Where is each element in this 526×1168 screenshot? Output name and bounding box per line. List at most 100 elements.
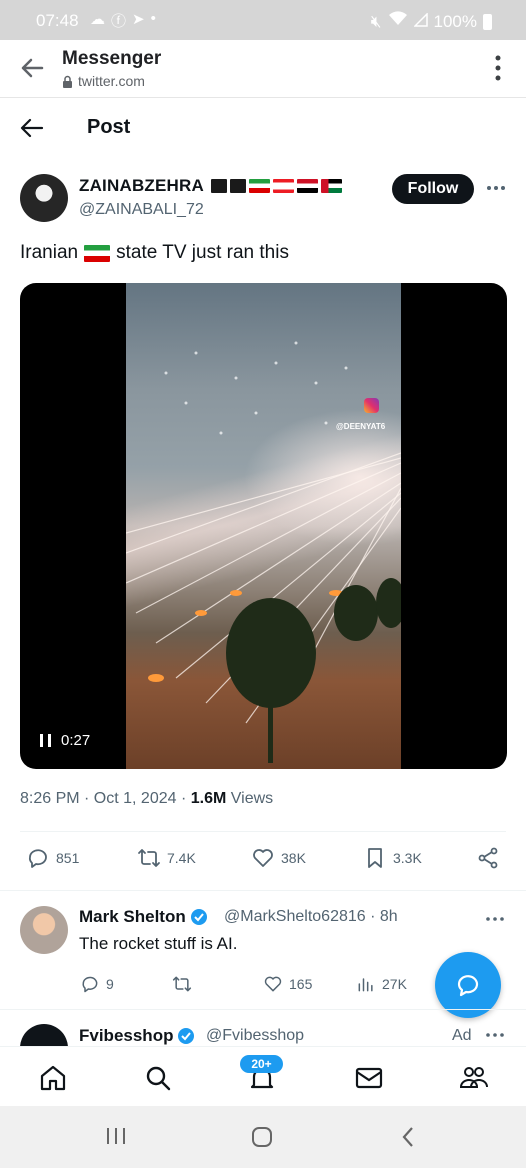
repost-count: 7.4K [167, 850, 196, 866]
avatar[interactable] [20, 906, 68, 954]
system-back-icon[interactable] [400, 1126, 416, 1148]
reply-author-handle[interactable]: @MarkShelto62816 · 8h [224, 908, 398, 926]
pause-icon[interactable] [40, 734, 51, 747]
back-arrow-icon[interactable] [20, 117, 44, 139]
cloud-icon: ☁ [90, 11, 105, 28]
heart-icon [264, 976, 282, 992]
video-player[interactable]: @DEENYAT6 0:27 [20, 283, 507, 769]
ad-author-name[interactable]: Fvibesshop [79, 1026, 173, 1046]
author-handle[interactable]: @ZAINABALI_72 [79, 201, 204, 219]
browser-back-arrow-icon[interactable] [18, 54, 46, 82]
recent-apps-icon[interactable] [104, 1126, 128, 1146]
status-bar: 07:48 ☁ ⓕ ➤ • 🔇︎ 100% [0, 0, 526, 40]
share-icon [478, 847, 498, 869]
tweet-author: ZAINABZEHRA @ZAINABALI_72 Follow [20, 172, 510, 228]
status-right-icons: 🔇︎ 100% [371, 11, 492, 32]
ad-logo[interactable] [20, 1024, 68, 1046]
battery-icon [483, 13, 492, 30]
like-action[interactable]: 165 [263, 974, 312, 994]
black-flag-icon [229, 179, 246, 193]
video-watermark: @DEENYAT6 [336, 422, 386, 431]
more-options-icon[interactable] [486, 178, 506, 198]
lock-icon [63, 75, 72, 88]
author-name[interactable]: ZAINABZEHRA [79, 176, 204, 196]
ad-author-row[interactable]: Fvibesshop [79, 1026, 195, 1046]
flag-emojis [210, 179, 342, 193]
lebanon-flag-icon [272, 179, 294, 193]
dot-icon: • [150, 10, 156, 27]
video-duration: 0:27 [61, 732, 91, 749]
search-icon[interactable] [143, 1063, 173, 1093]
page-title: Post [87, 116, 131, 138]
android-nav-bar [0, 1106, 526, 1168]
reply-text: The rocket stuff is AI. [79, 934, 238, 953]
status-time: 07:48 [36, 11, 79, 30]
signal-icon [412, 11, 428, 32]
reply-count: 851 [56, 850, 80, 866]
browser-url: twitter.com [62, 73, 145, 89]
verified-badge-icon [178, 1028, 195, 1044]
views-action[interactable]: 27K [356, 974, 407, 994]
repost-action[interactable] [172, 974, 192, 994]
ad-author-handle[interactable]: @Fvibesshop [206, 1027, 304, 1045]
facebook-icon: ⓕ [111, 13, 127, 30]
verified-badge-icon [190, 909, 207, 925]
repost-icon [172, 976, 192, 992]
like-action[interactable]: 38K [251, 846, 306, 870]
instagram-icon [364, 398, 379, 413]
reply-action[interactable]: 9 [80, 974, 114, 994]
repost-action[interactable]: 7.4K [137, 846, 196, 870]
iran-flag-icon [248, 179, 270, 193]
divider [0, 1009, 526, 1010]
reply-action[interactable]: 851 [26, 846, 79, 870]
yemen-flag-icon [296, 179, 318, 193]
iran-flag-icon [84, 244, 111, 262]
divider [20, 831, 506, 832]
repost-icon [138, 849, 160, 867]
communities-icon[interactable] [459, 1063, 489, 1093]
tweet-meta: 8:26 PM · Oct 1, 2024 · 1.6M Views [20, 790, 273, 808]
video-controls[interactable]: 0:27 [40, 732, 90, 749]
home-button-icon[interactable] [251, 1126, 273, 1148]
author-name-row[interactable]: ZAINABZEHRA [79, 176, 342, 196]
bookmark-action[interactable]: 3.3K [363, 846, 422, 870]
post-header: Post [0, 100, 526, 156]
notifications-badge[interactable]: 20+ [240, 1055, 283, 1073]
messages-envelope-icon[interactable] [354, 1063, 384, 1093]
views-count: 27K [382, 976, 407, 992]
share-action[interactable] [476, 846, 500, 870]
status-left-icons: ☁ ⓕ ➤ • [90, 10, 156, 31]
tweet-text-part-2: state TV just ran this [116, 242, 289, 263]
like-count: 38K [281, 850, 306, 866]
url-text: twitter.com [78, 73, 145, 89]
reply-author-name[interactable]: Mark Shelton [79, 907, 186, 927]
bottom-nav: 20+ [0, 1046, 526, 1106]
follow-button[interactable]: Follow [392, 174, 474, 204]
more-options-icon[interactable] [486, 910, 504, 928]
ad-tweet[interactable]: Fvibesshop @Fvibesshop Ad [0, 1020, 526, 1046]
home-icon[interactable] [38, 1063, 68, 1093]
browser-menu-icon[interactable] [494, 54, 502, 82]
more-options-icon[interactable] [486, 1030, 504, 1040]
ad-label-text: Ad [452, 1027, 472, 1044]
battery-percent: 100% [433, 11, 477, 31]
analytics-icon [358, 978, 373, 992]
divider [0, 890, 526, 891]
like-count: 165 [289, 976, 313, 992]
tweet-text-part-1: Iranian [20, 242, 79, 263]
ad-label: Ad [452, 1027, 504, 1045]
tweet-text: Iranian state TV just ran this [20, 242, 289, 264]
browser-app-title: Messenger [62, 48, 162, 69]
reply-author-row[interactable]: Mark Shelton [79, 907, 208, 927]
tweet-actions: 851 7.4K 38K 3.3K [0, 846, 526, 876]
avatar[interactable] [20, 174, 68, 222]
bookmark-icon [368, 848, 382, 868]
mute-icon: 🔇︎ [370, 11, 382, 31]
browser-header: Messenger twitter.com [0, 40, 526, 98]
chat-bubble-icon [457, 975, 479, 997]
video-streaks [126, 341, 401, 763]
black-flag-icon [210, 179, 227, 193]
reply-icon [82, 976, 98, 993]
reply-icon [28, 849, 47, 868]
tweet-timestamp[interactable]: 8:26 PM · Oct 1, 2024 · [20, 790, 191, 807]
